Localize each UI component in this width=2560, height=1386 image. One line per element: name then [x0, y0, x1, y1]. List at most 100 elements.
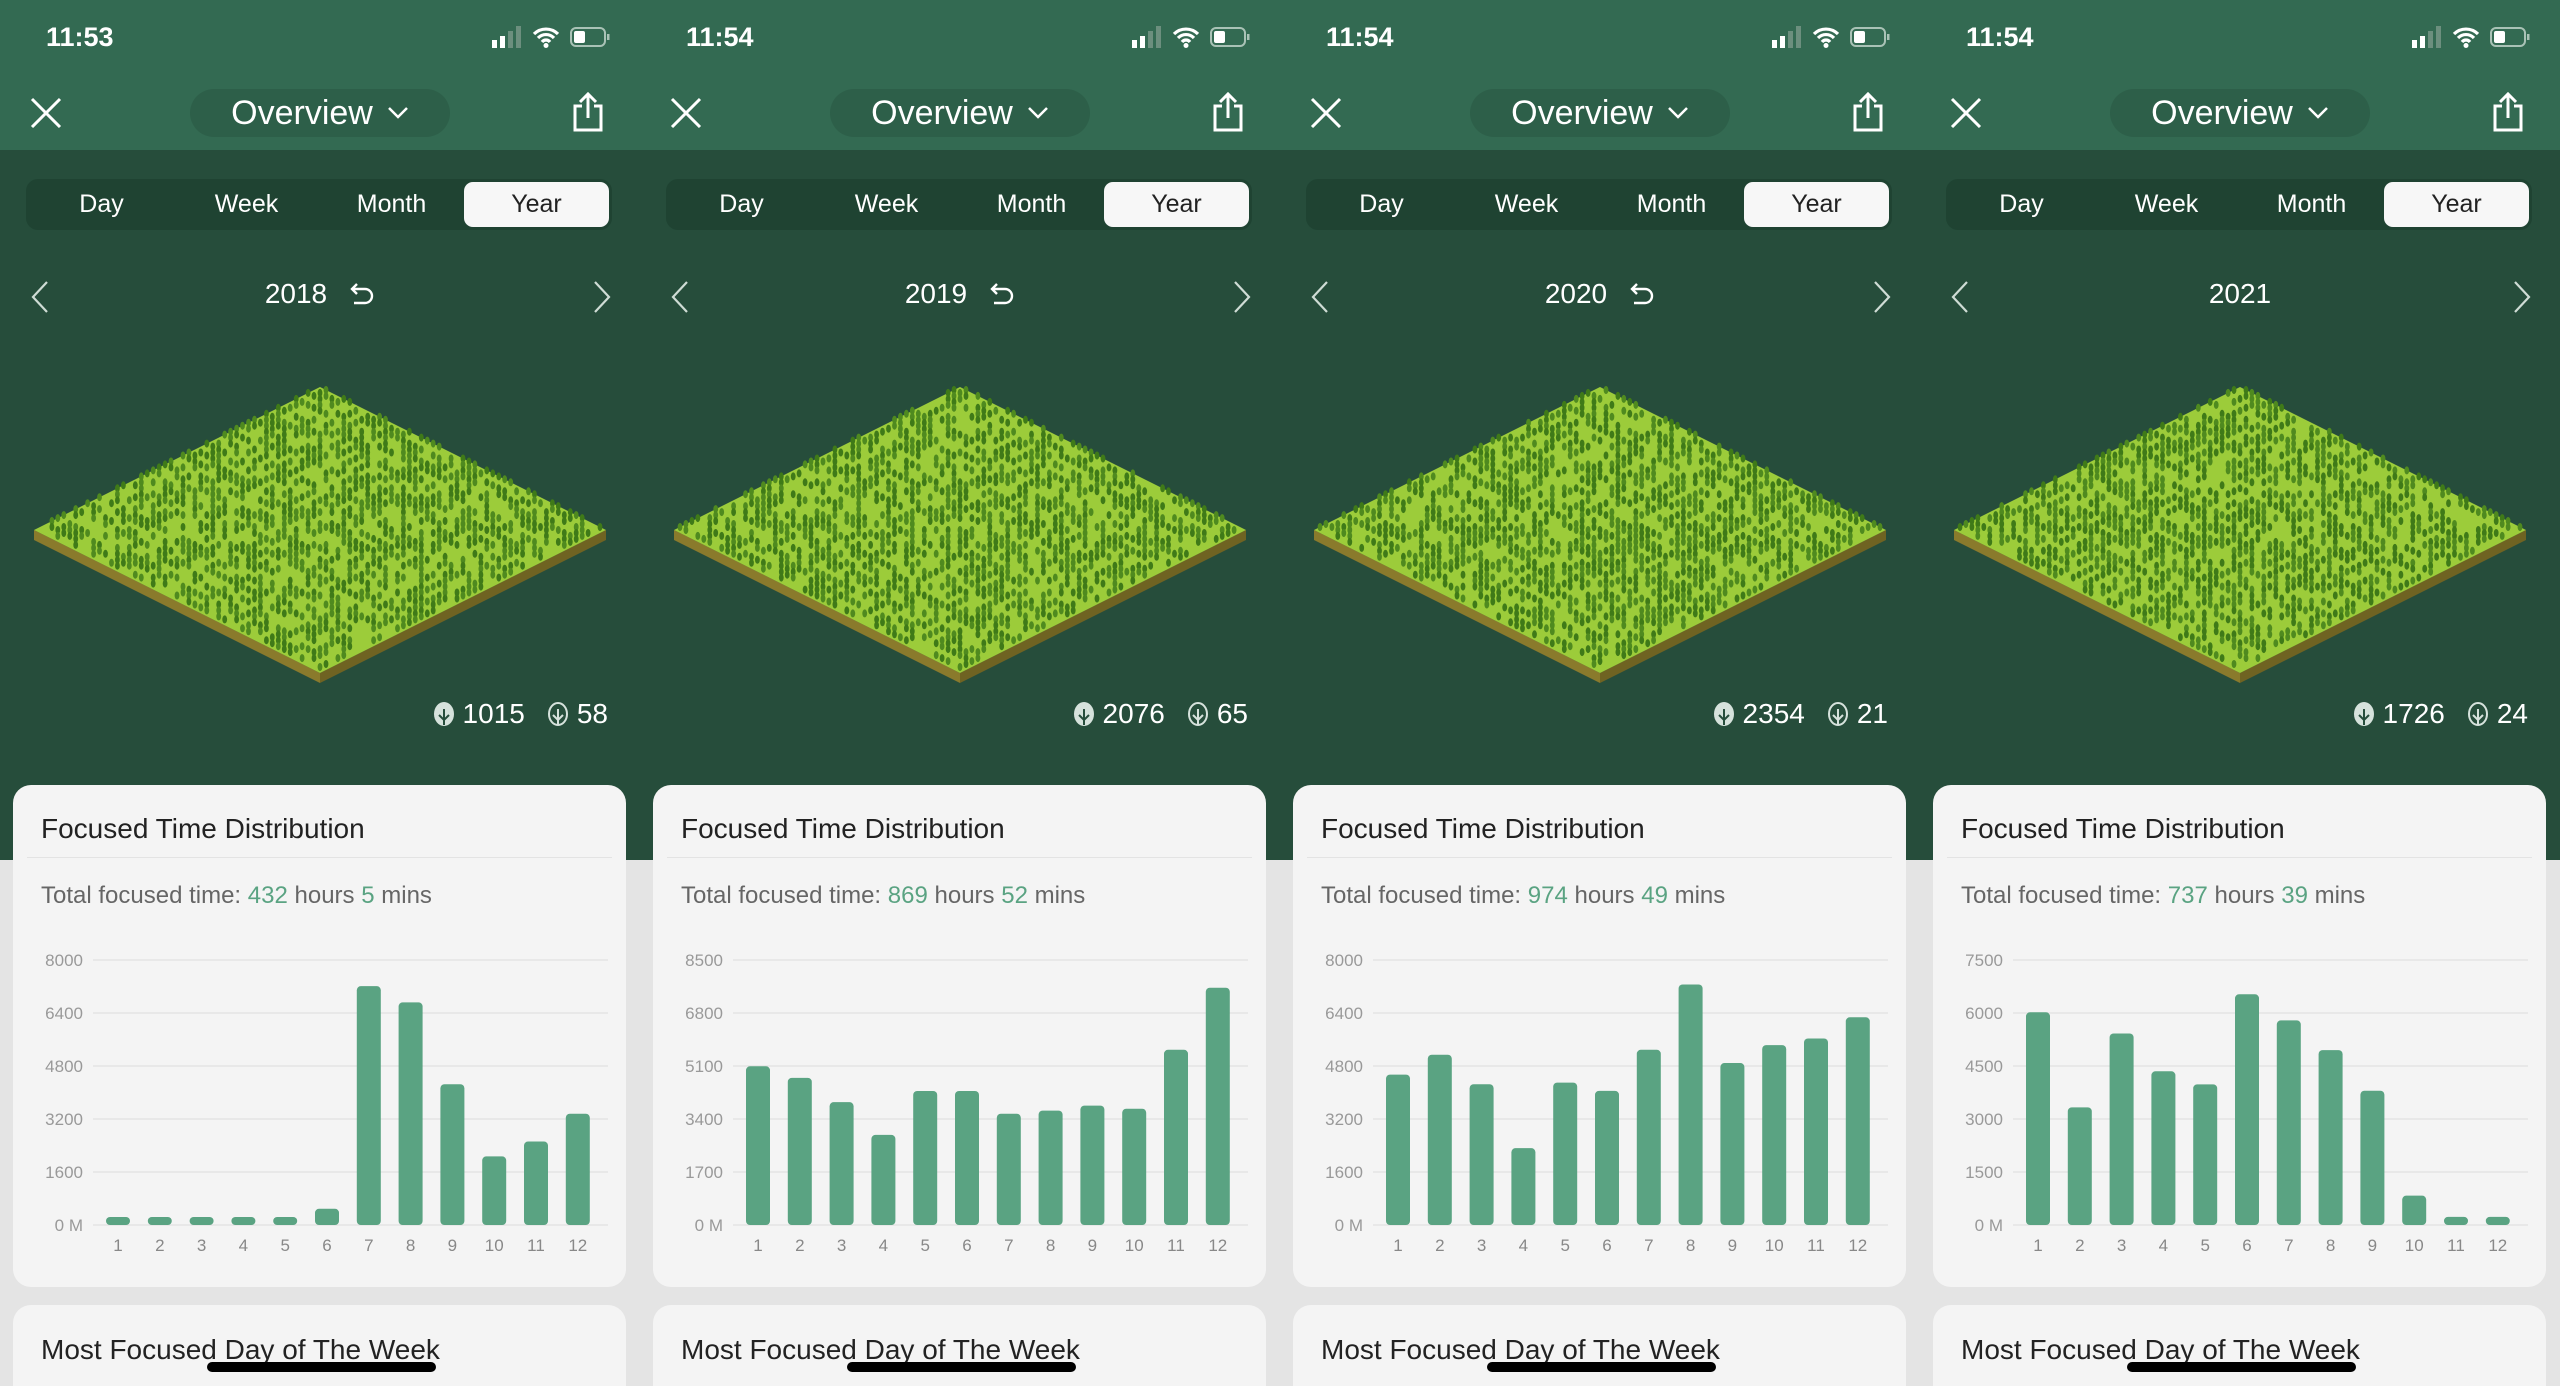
tree: [1728, 567, 1734, 576]
tree: [1687, 457, 1692, 466]
tab-year[interactable]: Year: [1104, 182, 1249, 227]
tree: [573, 534, 579, 543]
tab-week[interactable]: Week: [814, 182, 959, 227]
tree: [761, 523, 766, 531]
share-icon[interactable]: [570, 92, 606, 132]
tree: [1663, 618, 1668, 627]
overview-dropdown[interactable]: Overview: [1470, 89, 1730, 137]
tree: [335, 469, 341, 478]
tree: [150, 579, 156, 588]
phone-screen: 11:53 Overview Day Week Month Year 2018 101…: [0, 0, 640, 1386]
tab-month[interactable]: Month: [319, 182, 464, 227]
tree: [258, 418, 263, 427]
tree: [850, 567, 856, 576]
tab-month[interactable]: Month: [2239, 182, 2384, 227]
tree: [2106, 597, 2112, 606]
share-icon[interactable]: [1850, 92, 1886, 132]
tree: [275, 642, 281, 651]
tab-day[interactable]: Day: [29, 182, 174, 227]
tab-day[interactable]: Day: [669, 182, 814, 227]
tree: [2154, 549, 2159, 558]
tree: [975, 433, 981, 442]
tree: [1651, 636, 1656, 645]
tree: [1651, 564, 1656, 573]
tree: [1579, 445, 1585, 454]
tree: [1064, 508, 1070, 517]
tree: [1561, 567, 1567, 576]
y-tick-label: 6400: [45, 1004, 83, 1023]
tree: [987, 475, 993, 484]
tree: [532, 526, 537, 534]
overview-dropdown[interactable]: Overview: [830, 89, 1090, 137]
tree: [1597, 424, 1603, 433]
tab-week[interactable]: Week: [1454, 182, 1599, 227]
tree: [1585, 633, 1591, 642]
tree: [335, 636, 341, 645]
tree: [1764, 496, 1770, 505]
tab-year[interactable]: Year: [2384, 182, 2529, 227]
chevron-right-icon[interactable]: [592, 280, 612, 314]
tree: [1100, 567, 1106, 576]
tree: [389, 448, 394, 457]
tree: [677, 523, 683, 531]
tree: [311, 529, 317, 537]
chevron-right-icon[interactable]: [1232, 280, 1252, 314]
tree: [2178, 597, 2183, 606]
overview-dropdown[interactable]: Overview: [190, 89, 450, 137]
tree: [1058, 546, 1064, 555]
undo-icon[interactable]: [989, 281, 1015, 305]
tree: [1740, 502, 1746, 511]
tree: [1106, 588, 1112, 597]
tree: [240, 523, 245, 531]
tree: [2344, 460, 2350, 469]
wifi-icon: [2452, 27, 2480, 48]
overview-dropdown[interactable]: Overview: [2110, 89, 2370, 137]
tree: [2243, 439, 2249, 448]
undo-icon[interactable]: [349, 281, 375, 305]
tree: [1076, 531, 1082, 540]
share-icon[interactable]: [2490, 92, 2526, 132]
tab-day[interactable]: Day: [1949, 182, 2094, 227]
tree: [1544, 624, 1549, 633]
tree: [1561, 418, 1567, 427]
close-icon[interactable]: [1948, 95, 1984, 131]
tree: [707, 537, 713, 546]
chevron-right-icon[interactable]: [2512, 280, 2532, 314]
tree: [2130, 609, 2136, 618]
tab-month[interactable]: Month: [1599, 182, 1744, 227]
chevron-right-icon[interactable]: [1872, 280, 1892, 314]
tree: [713, 517, 719, 525]
tab-day[interactable]: Day: [1309, 182, 1454, 227]
tree: [1567, 642, 1573, 651]
undo-icon[interactable]: [1629, 281, 1655, 305]
x-tick-label: 10: [485, 1236, 504, 1255]
tree: [1064, 484, 1070, 493]
x-tick-label: 9: [1088, 1236, 1097, 1255]
tree: [1466, 472, 1472, 481]
divider: [667, 857, 1252, 858]
tab-year[interactable]: Year: [1744, 182, 1889, 227]
share-icon[interactable]: [1210, 92, 1246, 132]
close-icon[interactable]: [28, 95, 64, 131]
tree: [987, 487, 993, 496]
tree: [951, 415, 957, 424]
tree: [317, 663, 323, 671]
tree: [844, 517, 850, 525]
tab-month[interactable]: Month: [959, 182, 1104, 227]
tab-year[interactable]: Year: [464, 182, 609, 227]
tree: [1412, 558, 1418, 567]
close-icon[interactable]: [1308, 95, 1344, 131]
tree: [222, 430, 228, 439]
x-tick-label: 5: [920, 1236, 929, 1255]
tree: [2154, 508, 2159, 517]
tree: [1166, 523, 1171, 531]
tree: [502, 475, 508, 484]
tree: [353, 418, 359, 427]
tree: [1615, 648, 1621, 657]
tree: [234, 460, 240, 469]
tree: [981, 543, 987, 552]
tab-week[interactable]: Week: [174, 182, 319, 227]
close-icon[interactable]: [668, 95, 704, 131]
tab-week[interactable]: Week: [2094, 182, 2239, 227]
tree: [1776, 502, 1782, 511]
